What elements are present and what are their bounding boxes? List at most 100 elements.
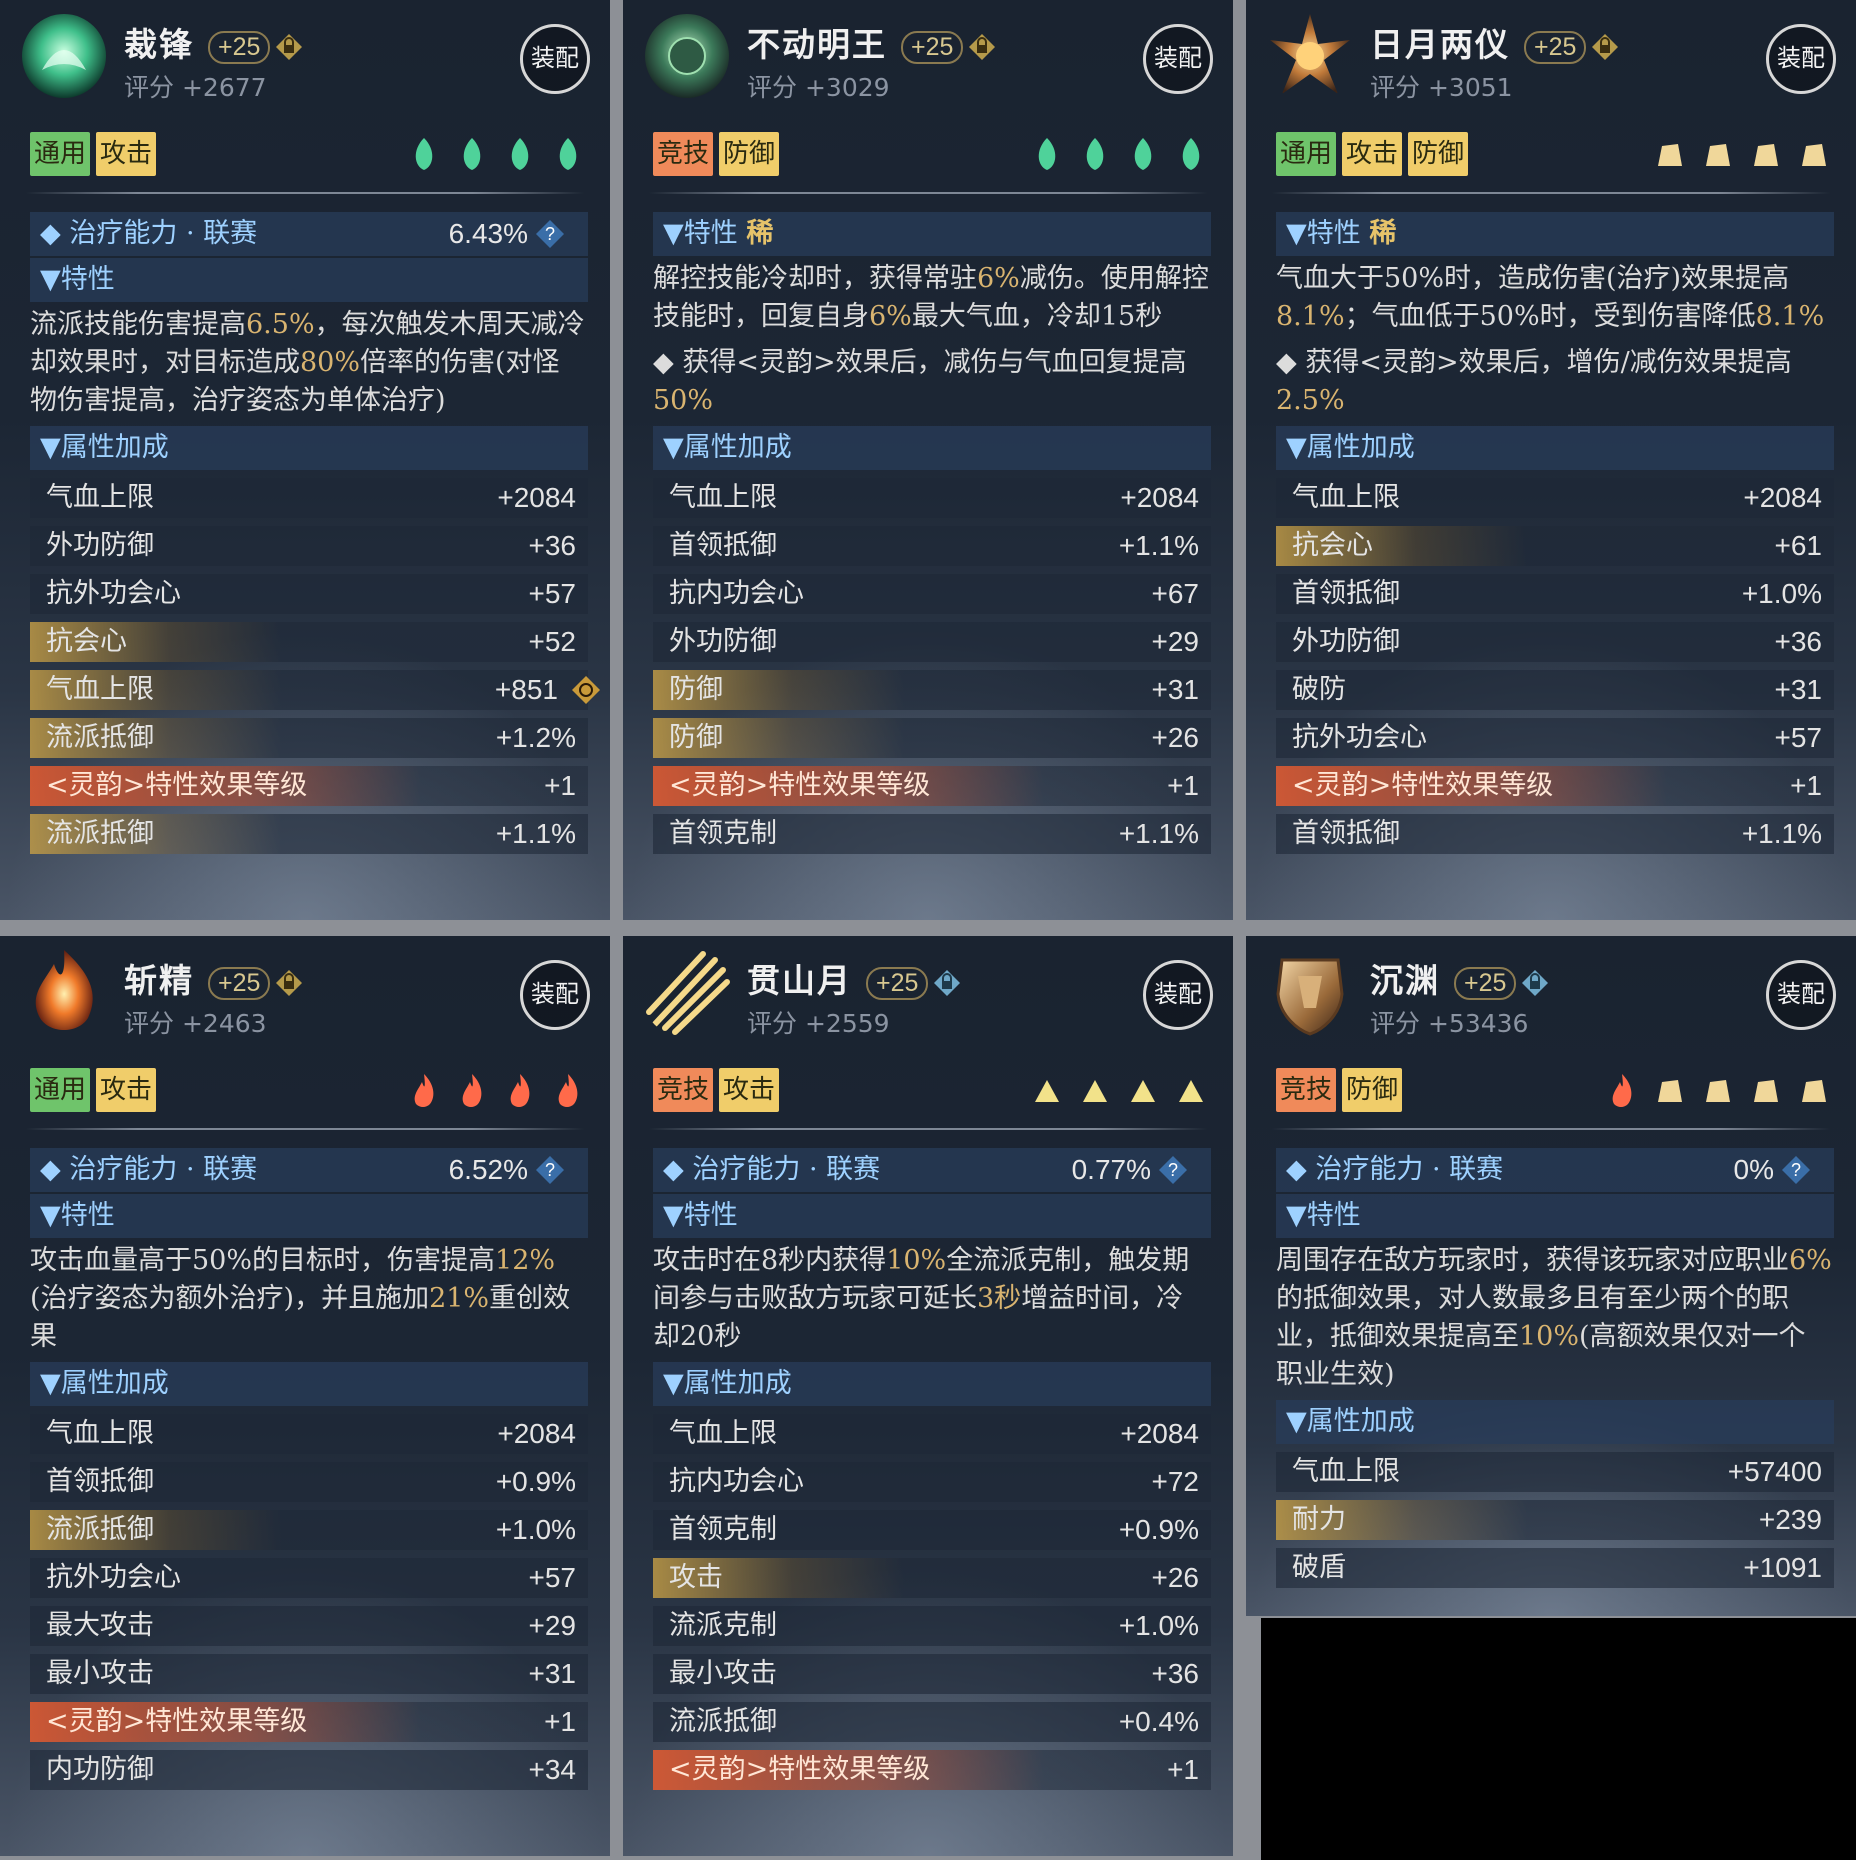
tag-attack: 攻击 (1342, 132, 1403, 176)
stat-value: +1 (1167, 1754, 1199, 1785)
stat-label: 流派克制 (669, 1610, 777, 1641)
stat-row: 防御 +26 (653, 718, 1211, 758)
stat-value: +61 (1774, 530, 1823, 561)
metal-socket-icon (1131, 1080, 1155, 1102)
help-icon[interactable]: ? (534, 1154, 566, 1186)
stat-value: +34 (528, 1754, 577, 1785)
traits-header[interactable]: ▼特性 稀 (653, 212, 1211, 256)
help-icon[interactable]: ? (1157, 1154, 1189, 1186)
stat-label: 首领抵御 (1292, 818, 1400, 849)
lock-icon[interactable] (274, 968, 304, 998)
description-text: (治疗姿态为额外治疗)，并且施加 (30, 1283, 430, 1314)
stat-row: 气血上限 +2084 (653, 478, 1211, 518)
stat-label: 气血上限 (46, 1418, 154, 1449)
attrs-header[interactable]: ▼属性加成 (1276, 426, 1834, 470)
stat-label: 气血上限 (669, 482, 777, 513)
card-title: 沉渊 +25 (1370, 954, 1550, 1002)
metal-socket-icon (1035, 1080, 1059, 1102)
stat-value: +31 (1774, 674, 1823, 705)
attrs-header[interactable]: ▼属性加成 (1276, 1400, 1834, 1444)
divider (1272, 192, 1830, 194)
card-header: 裁锋 +25 评分 +2677 装配 (0, 0, 610, 112)
leaf-socket-icon (511, 138, 529, 170)
help-icon[interactable]: ? (1780, 1154, 1812, 1186)
tag-defense: 防御 (719, 132, 780, 176)
tag-attack: 攻击 (719, 1068, 780, 1112)
lock-icon[interactable] (1590, 32, 1620, 62)
description-text: 最大气血，冷却15秒 (911, 301, 1163, 332)
stat-row: <灵韵>特性效果等级 +1 (653, 1750, 1211, 1790)
lock-icon[interactable] (1520, 968, 1550, 998)
equip-button[interactable]: 装配 (520, 24, 590, 94)
traits-header[interactable]: ▼特性 (1276, 1194, 1834, 1238)
metal-socket-icon (1083, 1080, 1107, 1102)
leaf-socket-icon (559, 138, 577, 170)
attrs-header[interactable]: ▼属性加成 (30, 1362, 588, 1406)
traits-header[interactable]: ▼特性 稀 (1276, 212, 1834, 256)
traits-header[interactable]: ▼特性 (653, 1194, 1211, 1238)
stat-row: 首领克制 +1.1% (653, 814, 1211, 854)
socket-slots (410, 1072, 582, 1108)
stat-value: +239 (1758, 1504, 1822, 1535)
description-text: ；气血低于50%时，受到伤害降低 (1344, 301, 1756, 332)
equip-button[interactable]: 装配 (1766, 960, 1836, 1030)
traits-header[interactable]: ▼特性 (30, 258, 588, 302)
attrs-header[interactable]: ▼属性加成 (30, 426, 588, 470)
heal-ability-value: 6.52% (448, 1154, 528, 1185)
card-header: 不动明王 +25 评分 +3029 装配 (623, 0, 1233, 112)
stat-label: 破防 (1292, 674, 1346, 705)
divider (1272, 1128, 1830, 1130)
stat-row: 首领抵御 +0.9% (30, 1462, 588, 1502)
help-icon[interactable]: ? (534, 218, 566, 250)
svg-text:?: ? (1168, 1160, 1178, 1180)
tag-attack: 攻击 (96, 1068, 157, 1112)
trait-description: 攻击时在8秒内获得10%全流派克制，触发期间参与击败敌方玩家可延长3秒增益时间，… (653, 1240, 1211, 1362)
stat-row: 防御 +31 (653, 670, 1211, 710)
lock-icon[interactable] (932, 968, 962, 998)
stat-value: +57 (528, 578, 577, 609)
stat-row: 最小攻击 +31 (30, 1654, 588, 1694)
stat-label: 最大攻击 (46, 1610, 154, 1641)
stat-label: 最小攻击 (669, 1658, 777, 1689)
svg-text:?: ? (545, 224, 555, 244)
stat-row: <灵韵>特性效果等级 +1 (1276, 766, 1834, 806)
stat-label: 气血上限 (46, 482, 154, 513)
highlight-value: 8.1% (1276, 301, 1345, 332)
card-riyueliangyi: 日月两仪 +25 评分 +3051 装配 通用 攻击 防御 ▼特性 稀 气血大于5… (1246, 0, 1856, 920)
card-caifeng: 裁锋 +25 评分 +2677 装配 通用 攻击 ◆ 治疗能力 · 联赛 6.43%… (0, 0, 610, 920)
stat-label: 流派抵御 (46, 722, 154, 753)
stat-row: 首领抵御 +1.1% (1276, 814, 1834, 854)
traits-header[interactable]: ▼特性 (30, 1194, 588, 1238)
card-title: 不动明王 +25 (747, 18, 997, 66)
highlight-value: 6% (977, 263, 1020, 294)
card-chenyuan: 沉渊 +25 评分 +53436 装配 竞技 防御 ◆ 治疗能力 · 联赛 0%? … (1246, 936, 1856, 1616)
lock-icon[interactable] (967, 32, 997, 62)
level-badge: +25 (901, 30, 964, 64)
equip-button[interactable]: 装配 (1143, 24, 1213, 94)
description-text: 周围存在敌方玩家时，获得该玩家对应职业 (1276, 1245, 1789, 1276)
equip-button[interactable]: 装配 (1766, 24, 1836, 94)
equip-button[interactable]: 装配 (520, 960, 590, 1030)
stat-value: +29 (1151, 626, 1200, 657)
stat-row: 抗外功会心 +57 (1276, 718, 1834, 758)
heal-ability-value: 6.43% (448, 218, 528, 249)
earth-socket-icon (1802, 1080, 1826, 1102)
description-text: ◆ 获得<灵韵>效果后，减伤与气血回复提高 (653, 347, 1187, 378)
attrs-header[interactable]: ▼属性加成 (653, 1362, 1211, 1406)
heal-ability-row: ◆ 治疗能力 · 联赛 0.77%? (653, 1148, 1211, 1192)
stat-row: 攻击 +26 (653, 1558, 1211, 1598)
stat-value: +36 (528, 530, 577, 561)
heal-ability-value: 0% (1733, 1154, 1774, 1185)
card-title: 斩精 +25 (124, 954, 304, 1002)
stat-list: 气血上限 +2084 首领抵御 +0.9% 流派抵御 +1.0% 抗外功会心 +57 最大攻击 +… (30, 1414, 588, 1790)
earth-socket-icon (1754, 144, 1778, 166)
attrs-header[interactable]: ▼属性加成 (653, 426, 1211, 470)
lock-icon[interactable] (274, 32, 304, 62)
stat-label: <灵韵>特性效果等级 (669, 770, 931, 801)
stat-label: 气血上限 (46, 674, 154, 705)
stat-row: 外功防御 +36 (1276, 622, 1834, 662)
card-header: 日月两仪 +25 评分 +3051 装配 (1246, 0, 1856, 112)
earth-socket-icon (1802, 144, 1826, 166)
equip-button[interactable]: 装配 (1143, 960, 1213, 1030)
stat-label: 流派抵御 (46, 818, 154, 849)
